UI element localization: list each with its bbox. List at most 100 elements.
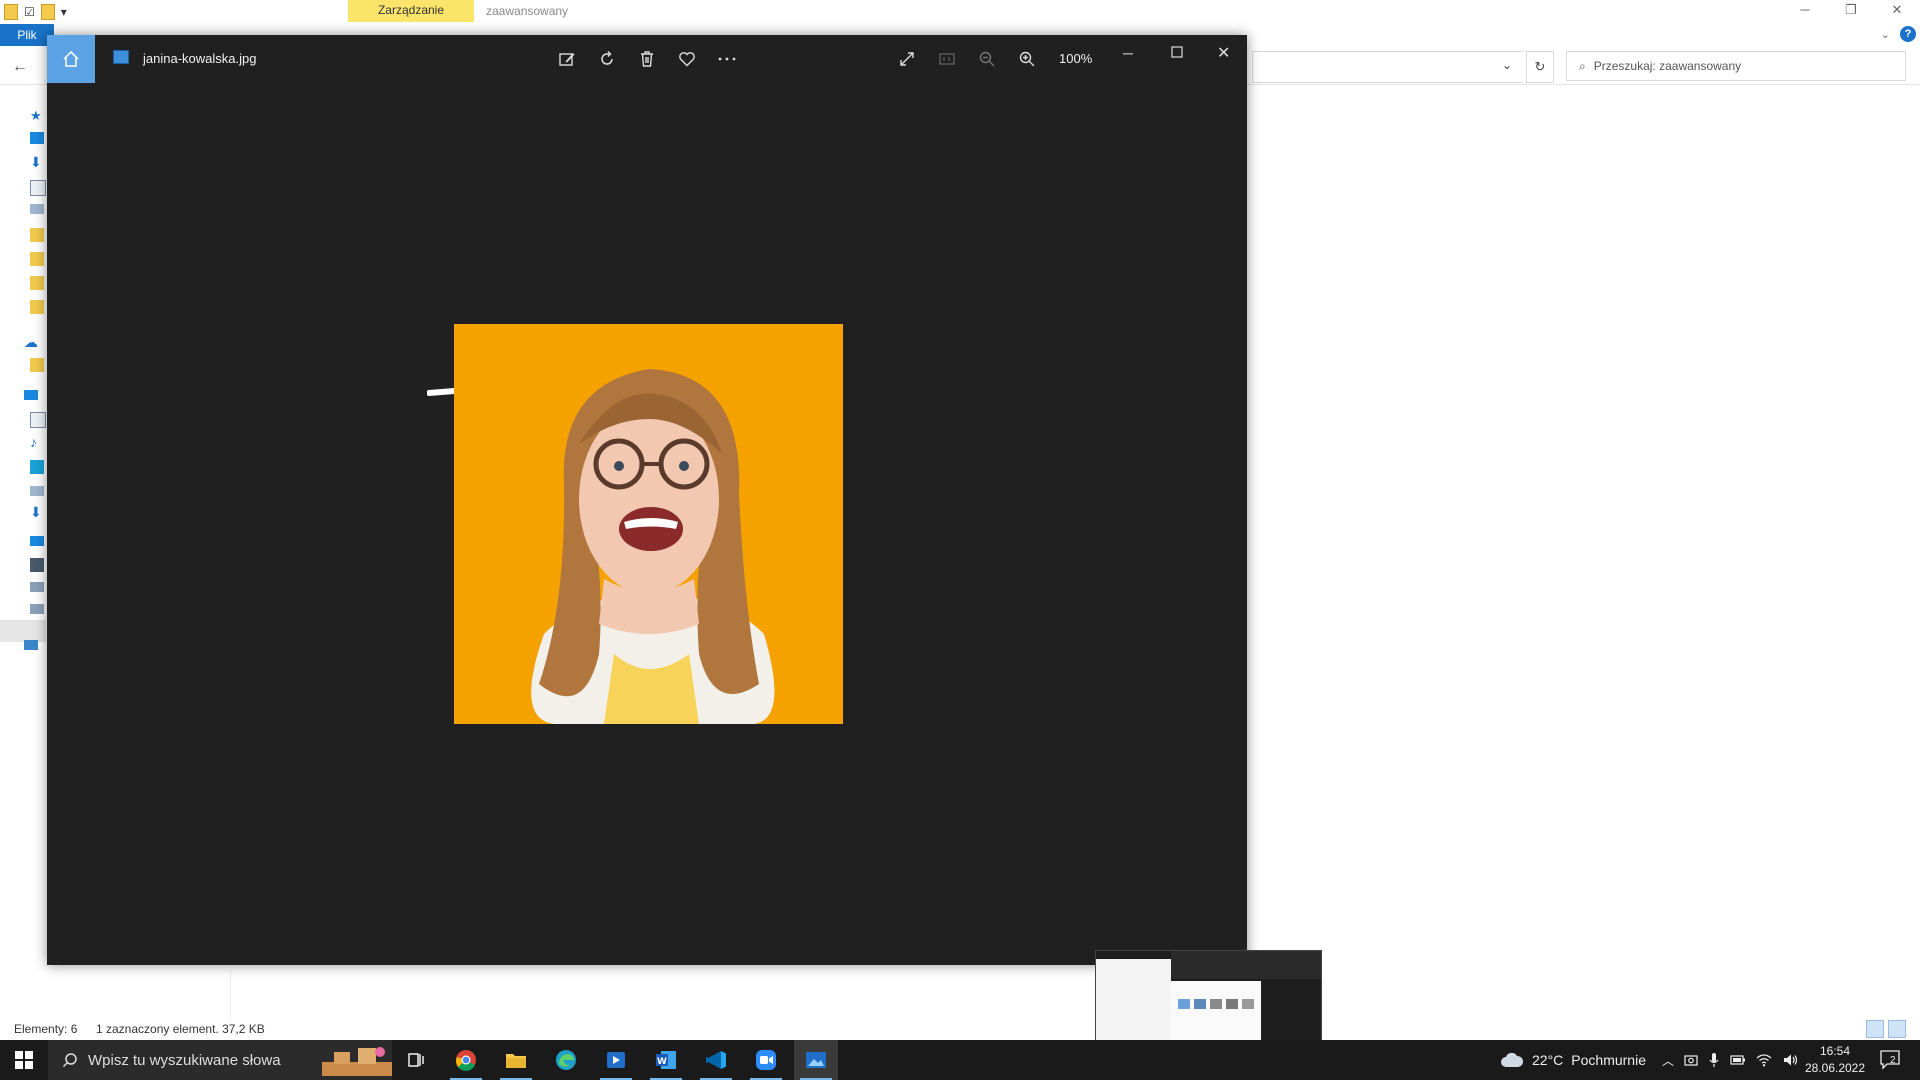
photo-portrait [454,324,843,724]
volume-icon[interactable] [1782,1053,1798,1067]
taskbar-media-player[interactable] [594,1040,638,1080]
battery-icon[interactable] [1730,1054,1746,1066]
zoom-out-icon [979,51,995,67]
notification-count: 2 [1890,1055,1896,1066]
fullscreen-icon [900,52,914,66]
desktop-icon[interactable] [30,536,44,546]
folder-icon[interactable] [4,4,18,20]
folder-icon[interactable] [30,276,44,290]
taskbar-vscode[interactable] [694,1040,738,1080]
delete-icon [641,51,653,67]
windows-logo-icon [15,1051,33,1069]
taskbar-search-placeholder: Wpisz tu wyszukiwane słowa [88,1051,281,1069]
minimize-icon[interactable]: ─ [1782,0,1828,22]
pictures-icon[interactable] [30,486,44,496]
delete-button[interactable] [635,47,659,71]
minimize-icon[interactable]: ─ [1123,45,1133,61]
favorite-button[interactable] [675,47,699,71]
3d-objects-icon[interactable] [30,460,44,474]
video-icon[interactable] [30,558,44,572]
weather-text: Pochmurnie [1571,1052,1646,1068]
folder-icon[interactable] [30,358,44,372]
taskbar-photos[interactable] [794,1040,838,1080]
cloud-icon [1501,1052,1524,1067]
restore-icon[interactable]: ❐ [1828,0,1874,22]
temperature: 22°C [1532,1052,1564,1068]
context-tab-manage[interactable]: Zarządzanie [348,0,474,22]
start-button[interactable] [0,1040,48,1080]
taskbar-word[interactable]: W [644,1040,688,1080]
refresh-icon[interactable]: ↻ [1526,51,1554,83]
folder-icon[interactable] [30,252,44,266]
star-icon[interactable]: ★ [30,108,44,123]
folder-icon[interactable] [30,300,44,314]
taskbar-task-view[interactable] [394,1040,438,1080]
taskbar-chrome[interactable] [444,1040,488,1080]
actual-size-button[interactable] [935,47,959,71]
music-icon[interactable]: ♪ [30,434,44,450]
search-placeholder: Przeszukaj: zaawansowany [1593,59,1742,73]
folder-icon[interactable] [30,228,44,242]
microphone-icon[interactable] [1708,1052,1720,1068]
download-icon[interactable]: ⬇ [30,504,44,520]
document-icon[interactable] [30,180,46,196]
pictures-icon[interactable] [30,204,44,214]
desktop-icon[interactable] [30,132,44,144]
details-view-icon[interactable] [1866,1020,1884,1038]
fullscreen-button[interactable] [895,47,919,71]
rotate-icon [601,50,613,65]
checkmark-icon[interactable]: ☑ [24,5,35,19]
back-arrow-icon[interactable]: ← [12,58,28,76]
weather-widget[interactable]: 22°C Pochmurnie [1500,1040,1646,1080]
onedrive-icon[interactable]: ☁ [24,334,38,350]
taskbar-edge[interactable] [544,1040,588,1080]
favorite-icon [679,52,695,67]
image-canvas[interactable] [47,83,1247,965]
chevron-down-icon[interactable]: ⌄ [1881,28,1890,41]
zoom-in-icon [1019,51,1035,67]
download-icon[interactable]: ⬇ [30,154,44,170]
close-icon[interactable]: ✕ [1874,0,1920,22]
chevron-up-icon[interactable]: ︿ [1662,1052,1674,1069]
zoom-level[interactable]: 100% [1059,51,1092,66]
drive-icon[interactable] [30,582,44,592]
edge-icon [556,1050,576,1070]
navigation-pane: ★ ⬇ ☁ ♪ ⬇ [0,90,46,1010]
home-button[interactable] [47,35,95,83]
more-button[interactable] [715,47,739,71]
edit-image-button[interactable] [555,47,579,71]
folder-icon [506,1054,526,1068]
large-icons-view-icon[interactable] [1888,1020,1906,1038]
this-pc-icon[interactable] [24,390,38,400]
taskbar-file-explorer[interactable] [494,1040,538,1080]
notification-center-button[interactable]: 2 [1880,1050,1902,1075]
camera-icon[interactable] [1684,1053,1698,1067]
help-icon[interactable]: ? [1900,26,1916,42]
document-icon[interactable] [30,412,46,428]
zoom-out-button[interactable] [975,47,999,71]
window-title: zaawansowany [486,4,569,18]
clock[interactable]: 16:54 28.06.2022 [1800,1043,1870,1077]
address-input[interactable] [1252,51,1523,83]
maximize-icon[interactable] [1171,45,1183,63]
new-folder-icon[interactable] [40,4,55,20]
status-item-count: Elementy: 6 [14,1022,78,1036]
quick-access-toolbar: ☑ ▾ [0,0,67,24]
portrait-illustration [454,324,843,724]
close-icon[interactable]: ✕ [1217,43,1230,63]
chevron-down-icon[interactable]: ▾ [61,5,67,19]
search-highlight-icon [322,1047,392,1076]
search-input[interactable]: ⌕ Przeszukaj: zaawansowany [1566,51,1906,81]
taskbar-zoom[interactable] [744,1040,788,1080]
chevron-down-icon[interactable]: ⌄ [1502,58,1512,72]
rotate-button[interactable] [595,47,619,71]
taskbar: Wpisz tu wyszukiwane słowa W 22°C Pochmu… [0,1040,1920,1080]
network-icon[interactable] [24,640,38,650]
tab-file[interactable]: Plik [0,24,54,46]
drive-icon[interactable] [30,604,44,614]
wifi-icon[interactable] [1756,1053,1772,1067]
photos-window: janina-kowalska.jpg 100% ─ ✕ [47,35,1247,965]
taskbar-search[interactable]: Wpisz tu wyszukiwane słowa [48,1040,392,1080]
zoom-in-button[interactable] [1015,47,1039,71]
media-player-icon [607,1052,625,1068]
